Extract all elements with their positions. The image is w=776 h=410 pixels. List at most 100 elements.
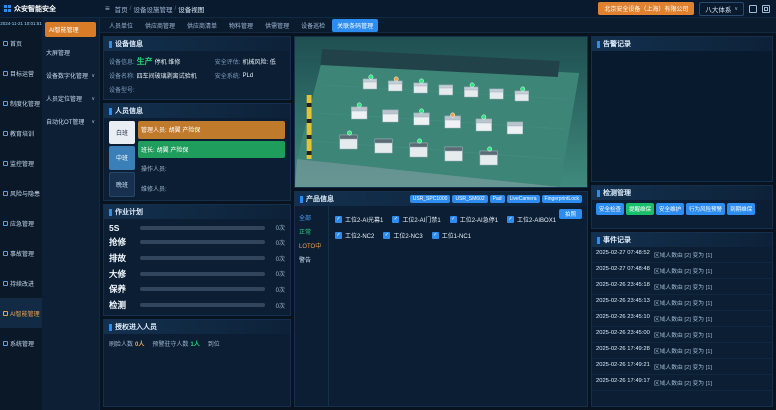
maintenance-reminder-button[interactable]: 提醒维保 <box>626 203 654 215</box>
filter-loto[interactable]: LOTO中 <box>299 241 324 250</box>
event-row[interactable]: 2025-02-27 07:48:52 区域人数由 [2] 变为 [1] <box>592 247 772 263</box>
device-button-pad[interactable]: Pad <box>490 195 505 203</box>
breadcrumb-separator: / <box>174 5 176 12</box>
plan-progressbar[interactable] <box>140 240 265 244</box>
checkbox-icon[interactable]: ✓ <box>335 216 342 223</box>
checkbox-icon[interactable]: ✓ <box>383 232 390 239</box>
tab-device-inspection[interactable]: 设备巡检 <box>296 19 330 32</box>
filter-normal[interactable]: 正常 <box>299 227 324 236</box>
panel-bullet <box>109 324 112 331</box>
tab-supplier-list[interactable]: 供应商清单 <box>182 19 222 32</box>
role-operator-row: 操作人员: <box>138 160 285 178</box>
safety-maintenance-button[interactable]: 安全维护 <box>656 203 684 215</box>
submenu-item-personnel-location[interactable]: 人员定位管理 ∨ <box>42 87 99 110</box>
breadcrumb-level1[interactable]: 设备设施管理 <box>133 4 172 14</box>
station-item-nc1[interactable]: ✓ 工位1-NC1 <box>432 231 471 240</box>
tab-supply-demand[interactable]: 供需管理 <box>260 19 294 32</box>
station-item-estop[interactable]: ✓ 工位2-AI急停1 <box>450 215 498 224</box>
panel-title: 人员信息 <box>115 106 143 116</box>
warning-icon <box>3 191 8 196</box>
plan-progressbar[interactable] <box>140 256 265 260</box>
fullscreen-icon[interactable] <box>749 5 757 13</box>
tab-linked-barcode[interactable]: 关联条码管理 <box>332 19 378 32</box>
event-row[interactable]: 2025-02-26 17:49:21 区域人数由 [2] 变为 [1] <box>592 359 772 375</box>
tab-personnel-unit[interactable]: 人员单位 <box>104 19 138 32</box>
sidebar-item-improvement[interactable]: 持续改进 <box>0 268 42 298</box>
gear-icon <box>3 341 8 346</box>
sidebar-item-incidents[interactable]: 事故管理 <box>0 238 42 268</box>
checkbox-icon[interactable]: ✓ <box>432 232 439 239</box>
sidebar-item-settings[interactable]: 系统管理 <box>0 328 42 358</box>
authorized-entry-header: 授权进入人员 <box>104 320 290 334</box>
apps-icon[interactable] <box>762 5 770 13</box>
plan-progressbar[interactable] <box>140 226 265 230</box>
due-maintenance-button[interactable]: 到期维保 <box>727 203 755 215</box>
checkbox-icon[interactable]: ✓ <box>507 216 514 223</box>
device-button-fingerprint[interactable]: FingerprintLock <box>542 195 582 203</box>
capture-button[interactable]: 拍照 <box>559 209 582 219</box>
event-row[interactable]: 2025-02-26 23:45:10 区域人数由 [2] 变为 [1] <box>592 311 772 327</box>
event-row[interactable]: 2025-02-26 17:49:28 区域人数由 [2] 变为 [1] <box>592 343 772 359</box>
sidebar-item-ai-management[interactable]: AI智能管理 <box>0 298 42 328</box>
sidebar-item-monitoring[interactable]: 监控管理 <box>0 148 42 178</box>
event-row[interactable]: 2025-02-26 17:49:17 区域人数由 [2] 变为 [1] <box>592 375 772 391</box>
behavior-risk-button[interactable]: 行为风险预警 <box>686 203 725 215</box>
sidebar-item-emergency[interactable]: 应急管理 <box>0 208 42 238</box>
breadcrumb-home[interactable]: 首页 <box>115 4 128 14</box>
breadcrumb-level2[interactable]: 设备视图 <box>178 4 204 14</box>
station-item-nc3[interactable]: ✓ 工位2-NC3 <box>383 231 422 240</box>
alert-icon <box>3 221 8 226</box>
sidebar-item-system-mgmt[interactable]: 制度化管理 <box>0 88 42 118</box>
menu-toggle-icon[interactable]: ≡ <box>105 4 110 13</box>
checkbox-icon[interactable]: ✓ <box>335 232 342 239</box>
filter-all[interactable]: 全部 <box>299 213 324 222</box>
work-plan-panel: 作业计划 5S 0次 抢修 0次 <box>103 204 291 316</box>
plan-count: 0次 <box>269 301 285 310</box>
tab-supplier-mgmt[interactable]: 供应商管理 <box>140 19 180 32</box>
submenu-item-ot-automation[interactable]: 自动化OT管理 ∨ <box>42 110 99 133</box>
plan-progressbar[interactable] <box>140 287 265 291</box>
sidebar-item-training[interactable]: 教育培训 <box>0 118 42 148</box>
submenu-item-screen-mgmt[interactable]: 大屏管理 <box>42 41 99 64</box>
alarm-records-panel: 告警记录 <box>591 36 773 182</box>
role-label: 操作人员: <box>141 164 167 173</box>
flag-icon <box>3 251 8 256</box>
sidebar-item-risk[interactable]: 风险与隐患 <box>0 178 42 208</box>
company-button[interactable]: 北京安全设备（上海）有限公司 <box>598 2 694 15</box>
sidebar-item-label: 教育培训 <box>10 129 34 138</box>
plan-row-inspection: 检测 0次 <box>109 299 285 311</box>
book-icon <box>3 131 8 136</box>
shift-middle-tab[interactable]: 中班 <box>109 146 135 169</box>
checkbox-icon[interactable]: ✓ <box>450 216 457 223</box>
event-row[interactable]: 2025-02-26 23:45:00 区域人数由 [2] 变为 [1] <box>592 327 772 343</box>
system-select-value: 八大体系 <box>705 4 731 14</box>
device-button-usr-sm602[interactable]: USR_SM602 <box>452 195 487 203</box>
sidebar-item-home[interactable]: 首页 <box>0 28 42 58</box>
system-select[interactable]: 八大体系 ∨ <box>699 2 744 16</box>
checkbox-icon[interactable]: ✓ <box>392 216 399 223</box>
submenu-item-device-digital[interactable]: 设备数字化管理 ∨ <box>42 64 99 87</box>
tab-material-mgmt[interactable]: 物料管理 <box>224 19 258 32</box>
station-item-aibox[interactable]: ✓ 工位2-AIBOX1 <box>507 215 556 224</box>
device-info-body: 设备信息: 生产 停机 维修 安全评估: 机械风险: 低 设备名称: 四车间玻璃… <box>104 51 290 99</box>
plan-progressbar[interactable] <box>140 272 265 276</box>
factory-3d-view[interactable] <box>294 36 588 188</box>
document-icon <box>3 101 8 106</box>
shift-day-tab[interactable]: 白班 <box>109 121 135 144</box>
plan-progressbar[interactable] <box>140 303 265 307</box>
filter-warning[interactable]: 警告 <box>299 255 324 264</box>
safety-check-button[interactable]: 安全检查 <box>596 203 624 215</box>
event-row[interactable]: 2025-02-26 23:45:18 区域人数由 [2] 变为 [1] <box>592 279 772 295</box>
device-button-usr-spc1000[interactable]: USR_SPC1000 <box>410 195 451 203</box>
shift-night-tab[interactable]: 晚班 <box>109 172 135 197</box>
device-button-live-camera[interactable]: LiveCamera <box>507 195 540 203</box>
field-label: 设备信息: <box>109 57 135 66</box>
station-item-access-control[interactable]: ✓ 工位2-AI门禁1 <box>392 215 440 224</box>
role-column: 管理人员: 胡翼 产险保 班长: 胡翼 产险保 操作人员: <box>138 121 285 197</box>
station-item-nc2[interactable]: ✓ 工位2-NC2 <box>335 231 374 240</box>
station-item-light-curtain[interactable]: ✓ 工位2-AI光幕1 <box>335 215 383 224</box>
sidebar-item-goals[interactable]: 目标运营 <box>0 58 42 88</box>
event-row[interactable]: 2025-02-26 23:45:13 区域人数由 [2] 变为 [1] <box>592 295 772 311</box>
event-row[interactable]: 2025-02-27 07:48:48 区域人数由 [2] 变为 [1] <box>592 263 772 279</box>
submenu-header-ai-management[interactable]: AI智能管理 <box>45 22 96 37</box>
